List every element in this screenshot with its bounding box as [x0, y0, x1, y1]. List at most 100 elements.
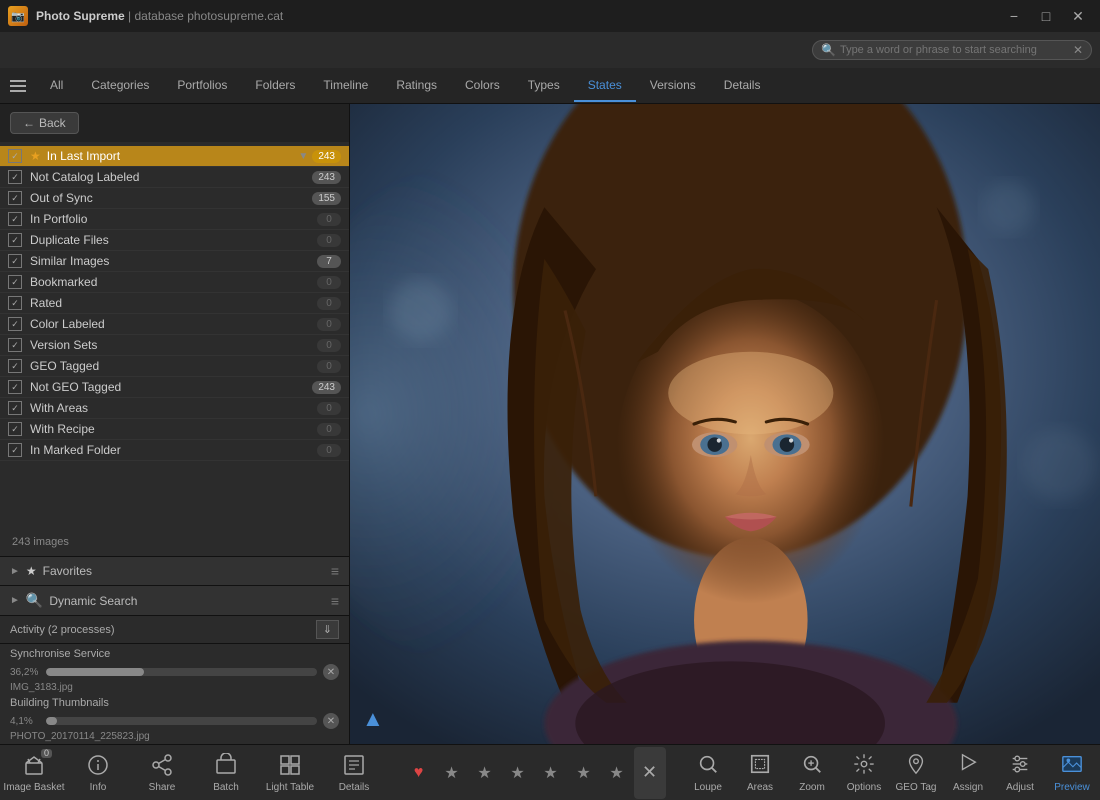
- star-3-button[interactable]: ★: [502, 747, 534, 799]
- tab-folders[interactable]: Folders: [241, 70, 309, 102]
- info-button[interactable]: Info: [66, 747, 130, 799]
- state-item-not-geo-tagged[interactable]: ✓ Not GEO Tagged 243: [0, 377, 349, 398]
- state-checkbox-9[interactable]: ✓: [8, 338, 22, 352]
- batch-label: Batch: [213, 782, 239, 793]
- state-label-10: GEO Tagged: [30, 359, 317, 373]
- progress-row-1: 36,2% ✕: [0, 662, 349, 682]
- app-name-label: Photo Supreme | database photosupreme.ca…: [36, 9, 283, 23]
- search-icon: 🔍: [821, 43, 836, 57]
- state-item-in-last-import[interactable]: ✓ ★ In Last Import ▼ 243: [0, 146, 349, 167]
- minimize-button[interactable]: −: [1000, 6, 1028, 26]
- state-checkbox-10[interactable]: ✓: [8, 359, 22, 373]
- state-checkbox-2[interactable]: ✓: [8, 191, 22, 205]
- state-item-in-marked-folder[interactable]: ✓ In Marked Folder 0: [0, 440, 349, 461]
- tab-types[interactable]: Types: [514, 70, 574, 102]
- preview-button[interactable]: Preview: [1046, 747, 1098, 799]
- photo-navigation-arrow[interactable]: ▲: [362, 706, 384, 732]
- back-button[interactable]: ← Back: [10, 112, 79, 134]
- heart-button[interactable]: ♥: [403, 747, 435, 799]
- star-2-button[interactable]: ★: [469, 747, 501, 799]
- tab-details[interactable]: Details: [710, 70, 775, 102]
- activity-bar: Activity (2 processes) ⇓: [0, 616, 349, 644]
- tab-timeline[interactable]: Timeline: [309, 70, 382, 102]
- adjust-button[interactable]: Adjust: [994, 747, 1046, 799]
- tab-ratings[interactable]: Ratings: [382, 70, 451, 102]
- progress-close-1[interactable]: ✕: [323, 664, 339, 680]
- state-checkbox-6[interactable]: ✓: [8, 275, 22, 289]
- star-1-button[interactable]: ★: [436, 747, 468, 799]
- tab-categories[interactable]: Categories: [77, 70, 163, 102]
- state-checkbox-12[interactable]: ✓: [8, 401, 22, 415]
- state-checkbox-1[interactable]: ✓: [8, 170, 22, 184]
- left-tools: 0 Image Basket Info: [2, 747, 386, 799]
- state-count-3: 0: [317, 213, 341, 226]
- tab-states[interactable]: States: [574, 70, 636, 102]
- reject-button[interactable]: ✕: [634, 747, 666, 799]
- state-item-rated[interactable]: ✓ Rated 0: [0, 293, 349, 314]
- back-arrow-icon: ←: [23, 116, 35, 130]
- favorites-menu-icon[interactable]: ≡: [331, 563, 339, 579]
- state-item-out-of-sync[interactable]: ✓ Out of Sync 155: [0, 188, 349, 209]
- star-5-button[interactable]: ★: [568, 747, 600, 799]
- star-4-button[interactable]: ★: [535, 747, 567, 799]
- batch-svg: [214, 753, 238, 777]
- close-button[interactable]: ✕: [1064, 6, 1092, 26]
- options-icon: [853, 753, 875, 780]
- batch-button[interactable]: Batch: [194, 747, 258, 799]
- state-item-with-recipe[interactable]: ✓ With Recipe 0: [0, 419, 349, 440]
- details-button[interactable]: Details: [322, 747, 386, 799]
- progress-filename-1: IMG_3183.jpg: [0, 682, 349, 695]
- search-clear-icon[interactable]: ✕: [1073, 43, 1083, 57]
- options-button[interactable]: Options: [838, 747, 890, 799]
- state-checkbox-14[interactable]: ✓: [8, 443, 22, 457]
- state-item-duplicate-files[interactable]: ✓ Duplicate Files 0: [0, 230, 349, 251]
- hamburger-menu-button[interactable]: [4, 72, 32, 100]
- image-basket-button[interactable]: 0 Image Basket: [2, 747, 66, 799]
- state-checkbox-0[interactable]: ✓: [8, 149, 22, 163]
- activity-download-button[interactable]: ⇓: [316, 620, 339, 639]
- state-item-bookmarked[interactable]: ✓ Bookmarked 0: [0, 272, 349, 293]
- state-label-9: Version Sets: [30, 338, 317, 352]
- geo-tag-button[interactable]: GEO Tag: [890, 747, 942, 799]
- adjust-icon: [1009, 753, 1031, 780]
- tab-colors[interactable]: Colors: [451, 70, 514, 102]
- favorites-section-header[interactable]: ► ★ Favorites ≡: [0, 557, 349, 585]
- tab-versions[interactable]: Versions: [636, 70, 710, 102]
- state-checkbox-5[interactable]: ✓: [8, 254, 22, 268]
- state-item-version-sets[interactable]: ✓ Version Sets 0: [0, 335, 349, 356]
- state-item-not-catalog-labeled[interactable]: ✓ Not Catalog Labeled 243: [0, 167, 349, 188]
- state-item-similar-images[interactable]: ✓ Similar Images 7: [0, 251, 349, 272]
- window-controls: − □ ✕: [1000, 6, 1092, 26]
- tab-all[interactable]: All: [36, 70, 77, 102]
- state-checkbox-11[interactable]: ✓: [8, 380, 22, 394]
- options-label: Options: [847, 782, 881, 793]
- star-6-button[interactable]: ★: [601, 747, 633, 799]
- maximize-button[interactable]: □: [1032, 6, 1060, 26]
- state-count-6: 0: [317, 276, 341, 289]
- state-checkbox-8[interactable]: ✓: [8, 317, 22, 331]
- progress-close-2[interactable]: ✕: [323, 713, 339, 729]
- state-item-in-portfolio[interactable]: ✓ In Portfolio 0: [0, 209, 349, 230]
- assign-button[interactable]: Assign: [942, 747, 994, 799]
- light-table-icon: [278, 753, 302, 780]
- state-checkbox-3[interactable]: ✓: [8, 212, 22, 226]
- light-table-button[interactable]: Light Table: [258, 747, 322, 799]
- share-button[interactable]: Share: [130, 747, 194, 799]
- progress-bar-outer-2: [46, 717, 317, 725]
- state-item-color-labeled[interactable]: ✓ Color Labeled 0: [0, 314, 349, 335]
- state-item-geo-tagged[interactable]: ✓ GEO Tagged 0: [0, 356, 349, 377]
- basket-badge: 0: [41, 749, 52, 758]
- state-item-with-areas[interactable]: ✓ With Areas 0: [0, 398, 349, 419]
- dynamic-search-menu-icon[interactable]: ≡: [331, 593, 339, 609]
- areas-button[interactable]: Areas: [734, 747, 786, 799]
- state-checkbox-13[interactable]: ✓: [8, 422, 22, 436]
- tab-portfolios[interactable]: Portfolios: [163, 70, 241, 102]
- zoom-button[interactable]: Zoom: [786, 747, 838, 799]
- dynamic-search-header[interactable]: ► 🔍 Dynamic Search ≡: [0, 586, 349, 615]
- state-label-12: With Areas: [30, 401, 317, 415]
- loupe-button[interactable]: Loupe: [682, 747, 734, 799]
- state-checkbox-7[interactable]: ✓: [8, 296, 22, 310]
- state-checkbox-4[interactable]: ✓: [8, 233, 22, 247]
- search-input[interactable]: [840, 44, 1073, 56]
- back-label: Back: [39, 116, 66, 130]
